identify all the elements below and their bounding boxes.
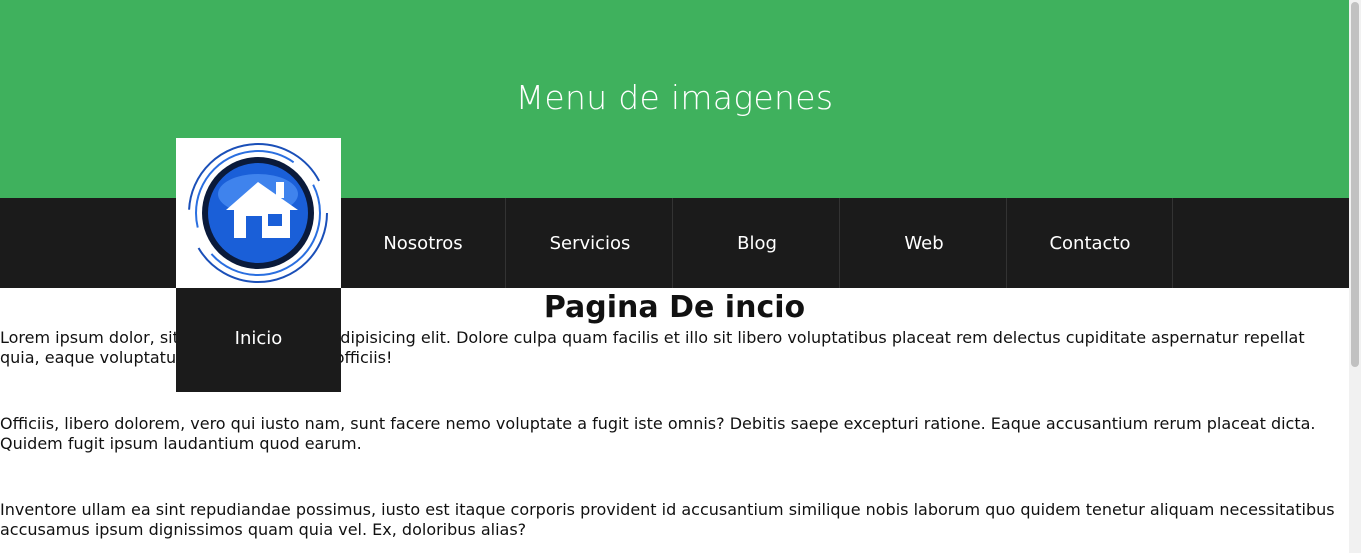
- home-image: [176, 138, 341, 288]
- nav-item-web[interactable]: Web: [842, 198, 1007, 288]
- nav-item-servicios[interactable]: Servicios: [508, 198, 673, 288]
- header-title: Menu de imagenes: [515, 78, 834, 117]
- vertical-scrollbar[interactable]: [1349, 0, 1361, 553]
- home-icon: [188, 143, 328, 283]
- nav-item-label: Nosotros: [383, 232, 463, 254]
- nav-item-label: Blog: [737, 232, 777, 254]
- paragraph: Inventore ullam ea sint repudiandae poss…: [0, 500, 1335, 539]
- nav-item-label: Web: [904, 232, 944, 254]
- nav-item-contacto[interactable]: Contacto: [1008, 198, 1173, 288]
- nav-item-label: Servicios: [549, 232, 631, 254]
- nav-item-label: Contacto: [1049, 232, 1131, 254]
- nav-item-blog[interactable]: Blog: [675, 198, 840, 288]
- nav-item-label: Inicio: [234, 328, 283, 349]
- paragraph: Officiis, libero dolorem, vero qui iusto…: [0, 414, 1316, 453]
- scrollbar-thumb[interactable]: [1351, 2, 1359, 367]
- nav-item-nosotros[interactable]: Nosotros: [341, 198, 506, 288]
- nav-item-inicio[interactable]: Inicio: [176, 138, 341, 392]
